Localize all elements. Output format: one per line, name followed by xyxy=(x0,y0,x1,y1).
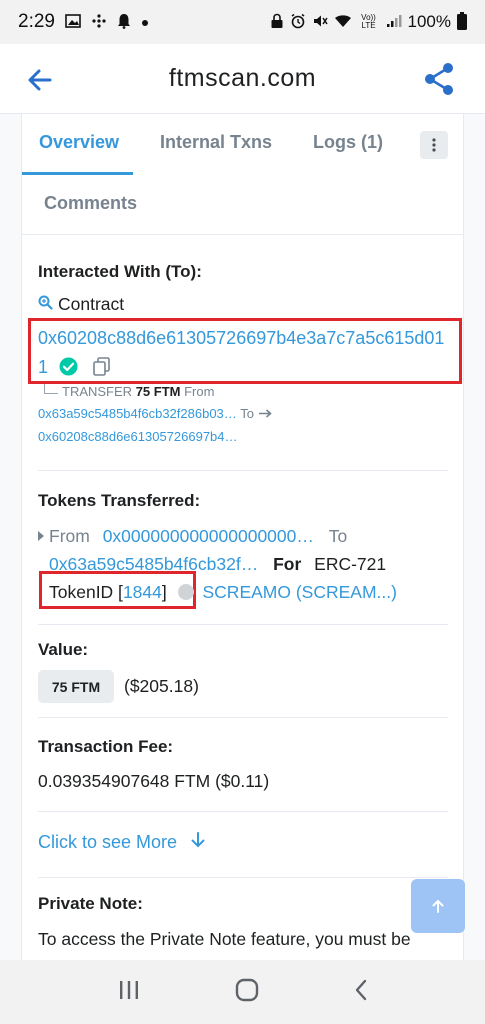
active-tab-indicator xyxy=(22,172,133,175)
browser-app-bar: ftmscan.com xyxy=(0,44,485,114)
notification-bell-icon xyxy=(117,13,131,32)
internal-transfer-to: 0x60208c88d6e61305726697b4… xyxy=(38,426,238,447)
token-logo-icon xyxy=(177,584,194,600)
tab-overview[interactable]: Overview xyxy=(39,132,119,153)
see-more-link[interactable]: Click to see More xyxy=(38,832,205,853)
home-icon[interactable] xyxy=(235,978,259,1007)
battery-icon xyxy=(457,11,467,33)
contract-address-block: 0x60208c88d6e61305726697b4e3a7c7a5c615d0… xyxy=(38,324,453,385)
alarm-icon xyxy=(290,13,306,32)
transfer-type: TRANSFER xyxy=(62,384,133,399)
caret-right-icon xyxy=(38,525,44,546)
tab-comments[interactable]: Comments xyxy=(44,193,137,214)
zoom-search-icon[interactable] xyxy=(38,294,53,315)
tab-logs[interactable]: Logs (1) xyxy=(313,132,383,153)
value-usd: ($205.18) xyxy=(124,676,199,696)
status-time: 2:29 xyxy=(18,11,55,32)
interacted-with-label: Interacted With (To): xyxy=(38,262,202,281)
tabs-divider xyxy=(22,234,463,235)
right-arrow-icon xyxy=(258,406,272,421)
divider xyxy=(38,717,448,718)
value-badge: 75 FTM xyxy=(38,670,114,703)
arrow-down-icon xyxy=(191,832,205,853)
tree-connector-icon xyxy=(44,384,58,394)
transaction-fee-label: Transaction Fee: xyxy=(38,737,174,756)
divider xyxy=(38,877,448,878)
arrow-up-icon xyxy=(432,899,444,913)
token-transfer-row-1: From 0x000000000000000000… To xyxy=(38,525,347,547)
private-note-label: Private Note: xyxy=(38,894,143,913)
android-nav-bar xyxy=(0,960,485,1024)
transfer-from-address[interactable]: 0x63a59c5485b4f6cb32f286b03… xyxy=(38,406,237,421)
kebab-menu-icon xyxy=(432,138,436,152)
transfer-amount: 75 FTM xyxy=(135,384,181,399)
divider xyxy=(38,811,448,812)
mute-icon xyxy=(312,13,328,32)
contract-label: Contract xyxy=(58,294,125,314)
back-nav-icon[interactable] xyxy=(354,979,368,1006)
token-from-address[interactable]: 0x000000000000000000… xyxy=(103,526,314,546)
token-id-link[interactable]: 1844 xyxy=(123,582,162,602)
divider xyxy=(38,624,448,625)
share-icon[interactable] xyxy=(423,62,455,96)
transaction-card: Overview Internal Txns Logs (1) Comments… xyxy=(21,114,464,960)
gallery-icon xyxy=(65,13,81,31)
token-standard: ERC-721 xyxy=(314,554,387,574)
internal-transfer-addresses: 0x63a59c5485b4f6cb32f286b03… To xyxy=(38,403,272,424)
internal-transfer-line: TRANSFER 75 FTM From xyxy=(38,381,214,402)
volte-icon: Vo)) LTE xyxy=(358,14,380,30)
token-name-link[interactable]: SCREAMO (SCREAM...) xyxy=(203,582,397,602)
dot-indicator-icon xyxy=(141,15,149,30)
transfer-to-word: To xyxy=(240,406,254,421)
tab-internal-txns[interactable]: Internal Txns xyxy=(160,132,272,153)
value-label: Value: xyxy=(38,640,89,659)
page-title: ftmscan.com xyxy=(168,64,317,92)
token-for-word: For xyxy=(273,554,302,574)
see-more-label[interactable]: Click to see More xyxy=(38,832,177,853)
signal-icon xyxy=(386,14,402,31)
divider xyxy=(38,470,448,471)
token-id-label: TokenID [ xyxy=(49,582,123,602)
back-arrow-icon[interactable] xyxy=(24,64,56,96)
token-from-word: From xyxy=(49,526,90,546)
wifi-icon xyxy=(334,14,352,31)
token-id-row: TokenID [1844] SCREAMO (SCREAM...) xyxy=(49,582,397,603)
transfer-to-address[interactable]: 0x60208c88d6e61305726697b4… xyxy=(38,429,238,444)
lock-icon xyxy=(270,13,284,32)
app-grid-icon xyxy=(91,13,107,32)
contract-row: Contract xyxy=(38,294,124,315)
token-to-word: To xyxy=(328,526,348,546)
more-options-button[interactable] xyxy=(420,131,448,159)
volte-label: Vo)) LTE xyxy=(361,13,376,30)
tokens-transferred-label: Tokens Transferred: xyxy=(38,491,201,510)
status-bar: 2:29 Vo)) LTE 100% xyxy=(0,0,485,44)
private-note-text: To access the Private Note feature, you … xyxy=(38,929,411,949)
scroll-to-top-button[interactable] xyxy=(411,879,465,933)
token-id-close: ] xyxy=(161,582,167,602)
transaction-fee-value: 0.039354907648 FTM ($0.11) xyxy=(38,771,270,791)
transfer-from-word: From xyxy=(184,384,215,399)
recent-apps-icon[interactable] xyxy=(118,980,140,1005)
battery-percent: 100% xyxy=(407,12,451,31)
